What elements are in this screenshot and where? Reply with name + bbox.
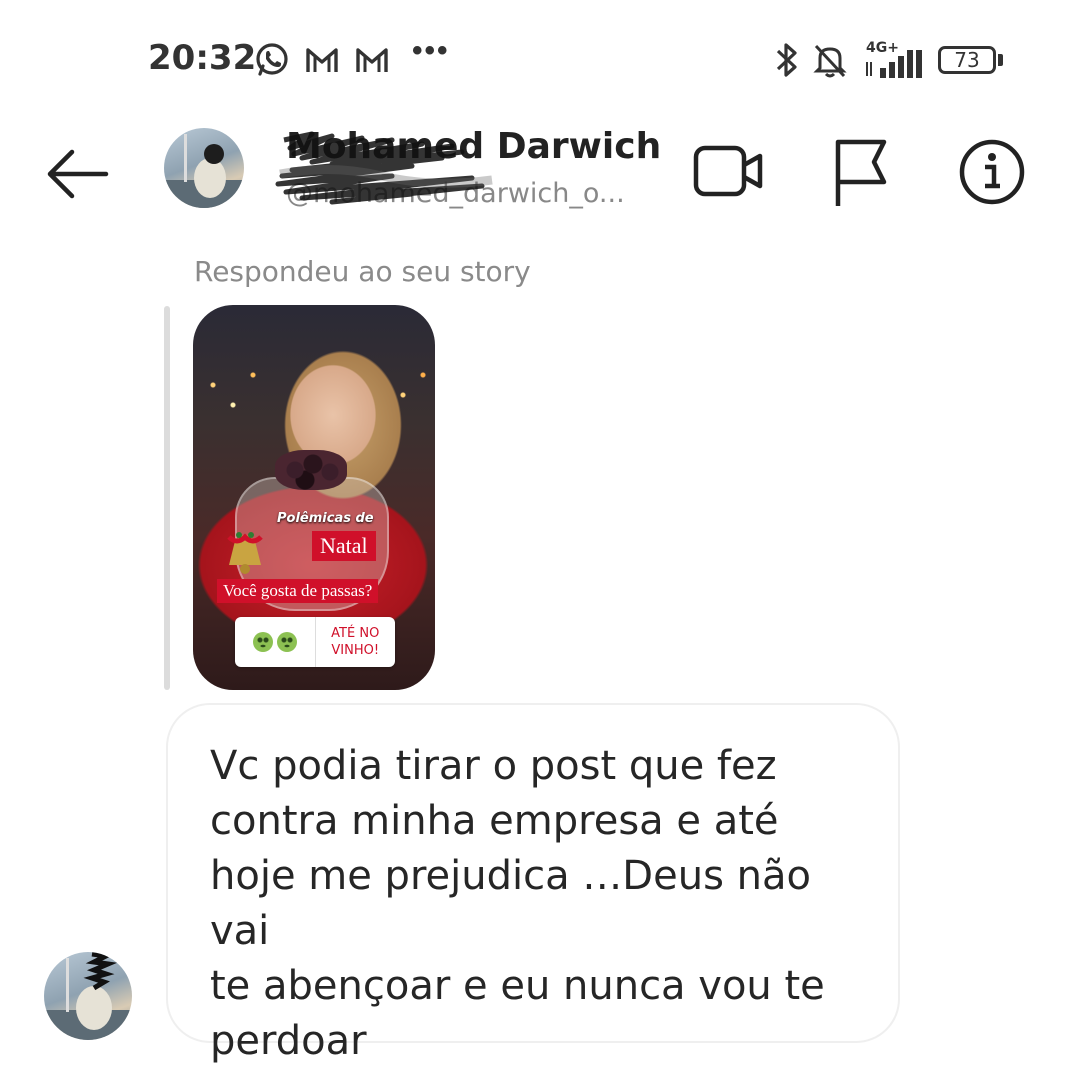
christmas-bell-icon bbox=[227, 532, 263, 574]
contact-name[interactable]: Mohamed Darwich bbox=[286, 126, 661, 167]
message-text: Vc podia tirar o post que fez contra min… bbox=[210, 743, 825, 1064]
avatar[interactable] bbox=[164, 128, 244, 208]
contact-username[interactable]: @mohamed_darwich_o... bbox=[286, 178, 656, 209]
flag-icon[interactable] bbox=[822, 134, 898, 210]
story-poll: ATÉ NO VINHO! bbox=[235, 617, 395, 667]
battery-level: 73 bbox=[954, 48, 980, 72]
reply-label: Respondeu ao seu story bbox=[194, 255, 531, 288]
battery-tip bbox=[998, 54, 1003, 66]
story-title-big: Natal bbox=[312, 531, 376, 561]
gmail-icon bbox=[306, 48, 338, 72]
info-icon[interactable] bbox=[954, 134, 1030, 210]
battery-icon: 73 bbox=[938, 46, 996, 74]
poll-option-a bbox=[235, 617, 316, 667]
chat-header: Mohamed Darwich @mohamed_darwich_o... bbox=[0, 120, 1080, 230]
story-title-small: Polêmicas de bbox=[277, 511, 374, 526]
gmail-icon bbox=[356, 48, 388, 72]
status-bar: 20:32 ••• 4G+ 73 bbox=[0, 0, 1080, 120]
story-question: Você gosta de passas? bbox=[217, 579, 379, 603]
bluetooth-icon bbox=[776, 43, 797, 77]
signal-icon bbox=[866, 50, 922, 78]
story-background-lights bbox=[193, 345, 435, 415]
nauseated-face-icon bbox=[252, 632, 273, 652]
poll-option-b: ATÉ NO VINHO! bbox=[331, 626, 380, 658]
back-arrow-icon[interactable] bbox=[44, 146, 110, 202]
notifications-off-icon bbox=[813, 44, 847, 78]
status-time: 20:32 bbox=[148, 38, 257, 78]
whatsapp-icon bbox=[256, 43, 288, 76]
avatar-photo bbox=[44, 952, 132, 1040]
nauseated-face-icon bbox=[276, 632, 297, 652]
video-call-icon[interactable] bbox=[692, 134, 768, 210]
sender-avatar[interactable] bbox=[44, 952, 132, 1040]
avatar-photo bbox=[164, 134, 244, 208]
story-preview[interactable]: Polêmicas de Natal Você gosta de passas?… bbox=[193, 305, 435, 690]
story-raisins bbox=[275, 450, 347, 490]
more-dots-icon: ••• bbox=[412, 34, 450, 67]
message-bubble[interactable]: Vc podia tirar o post que fez contra min… bbox=[166, 703, 900, 1064]
reply-quote-bar bbox=[164, 306, 170, 690]
